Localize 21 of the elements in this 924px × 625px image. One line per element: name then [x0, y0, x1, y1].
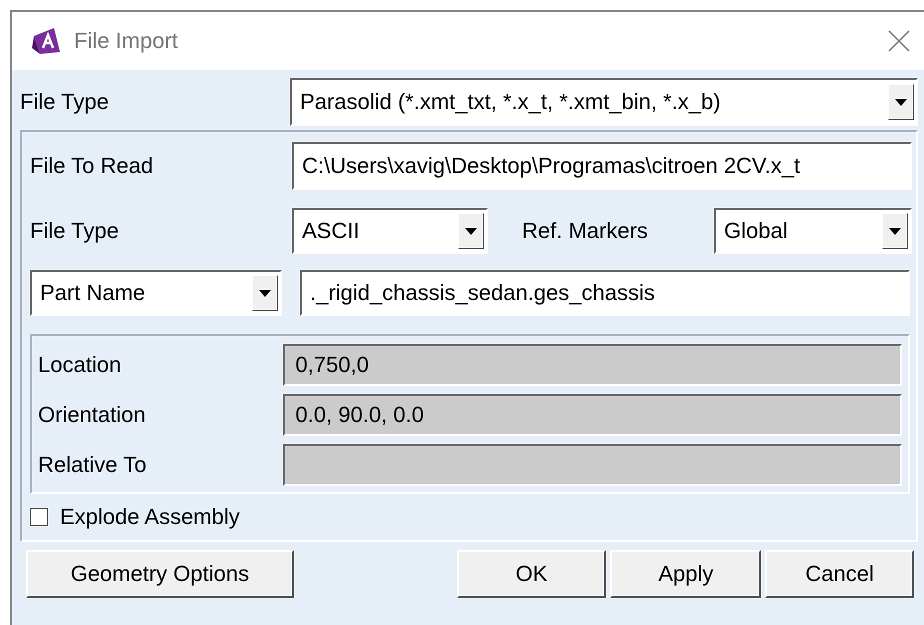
checkbox[interactable]: [30, 508, 48, 526]
field-label: Orientation: [38, 402, 147, 428]
dialog-button[interactable]: Geometry Options: [26, 550, 294, 598]
dialog-button[interactable]: Apply: [610, 550, 762, 598]
format-dropdown[interactable]: ASCII: [292, 208, 488, 254]
file-type-dropdown[interactable]: Parasolid (*.xmt_txt, *.x_t, *.xmt_bin, *.x_b): [290, 78, 918, 126]
name-kind-dropdown[interactable]: Part Name: [30, 270, 282, 316]
file-type-label: File Type: [30, 218, 120, 244]
file-to-read-label: File To Read: [30, 153, 154, 179]
ref-markers-dropdown[interactable]: Global: [714, 208, 912, 254]
close-icon[interactable]: [888, 30, 910, 52]
dialog-button[interactable]: Cancel: [765, 550, 914, 598]
ref-markers-label: Ref. Markers: [522, 218, 649, 244]
file-type-label: File Type: [20, 89, 110, 115]
dialog-button[interactable]: OK: [456, 550, 606, 598]
window-title: File Import: [74, 28, 179, 54]
checkbox-label: Explode Assembly: [60, 504, 240, 530]
field-label: Location: [38, 352, 122, 378]
part-name-field[interactable]: ._rigid_chassis_sedan.ges_chassis: [300, 270, 910, 316]
file-path-field[interactable]: C:\Users\xavig\Desktop\Programas\citroen 2CV.x_t: [292, 142, 912, 190]
field-label: Relative To: [38, 452, 148, 478]
